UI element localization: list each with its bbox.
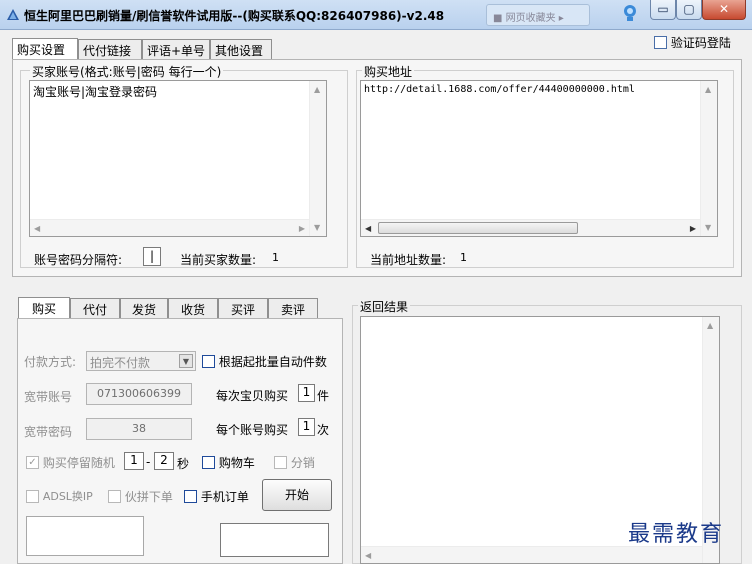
scroll-up-icon[interactable]: ▲ — [705, 85, 711, 94]
mobile-order-label: 手机订单 — [200, 490, 249, 504]
window-title: 恒生阿里巴巴刷销量/刷信誉软件试用版--(购买联系QQ:826407986)-v… — [24, 9, 445, 23]
auto-qty-checkbox[interactable]: 根据起批量自动件数 — [202, 353, 327, 370]
broadband-account-label: 宽带账号 — [24, 390, 73, 404]
results-horizontal-scrollbar[interactable]: ◀ — [361, 546, 702, 563]
maximize-button[interactable]: ▢ — [676, 0, 702, 20]
group-buy-box[interactable] — [108, 490, 121, 503]
scroll-up-icon[interactable]: ▲ — [707, 321, 713, 330]
buyer-account-text: 淘宝账号|淘宝登录密码 — [33, 85, 158, 99]
split-checkbox[interactable]: 分销 — [274, 454, 315, 471]
pause-min-input[interactable]: 1 — [124, 452, 144, 470]
buyer-count-value: 1 — [272, 251, 279, 264]
cart-label: 购物车 — [218, 456, 255, 470]
captcha-login-box[interactable] — [654, 36, 667, 49]
app-icon — [7, 9, 19, 20]
split-label: 分销 — [290, 456, 315, 470]
cart-box[interactable] — [202, 456, 215, 469]
status-box-right — [220, 523, 329, 557]
per-item-label: 每次宝贝购买 — [216, 389, 289, 403]
purchase-address-text: http://detail.1688.com/offer/44400000000… — [364, 84, 635, 95]
buyer-count-label: 当前买家数量: — [180, 253, 257, 267]
address-count-label: 当前地址数量: — [370, 253, 447, 267]
minimize-button[interactable]: ▭ — [650, 0, 676, 20]
scroll-left-icon[interactable]: ◀ — [365, 224, 371, 233]
close-button[interactable]: ✕ — [702, 0, 746, 20]
background-browser-tab: ■ 网页收藏夹 ▸ — [486, 4, 590, 26]
pause-unit: 秒 — [177, 457, 190, 471]
captcha-login-checkbox[interactable]: 验证码登陆 — [654, 34, 731, 51]
scroll-right-icon[interactable]: ▶ — [299, 224, 305, 233]
tab-receive[interactable]: 收货 — [168, 298, 218, 319]
broadband-password-input[interactable]: 38 — [86, 418, 192, 440]
mobile-order-box[interactable] — [184, 490, 197, 503]
group-buy-checkbox[interactable]: 伙拼下单 — [108, 488, 173, 505]
results-group-label: 返回结果 — [358, 298, 411, 315]
buyer-account-textarea[interactable]: 淘宝账号|淘宝登录密码 ▲ ▼ ◀ ▶ — [29, 80, 327, 237]
status-box-left — [26, 516, 144, 556]
tab-comments-tracking[interactable]: 评语+单号 — [142, 39, 210, 60]
random-pause-label: 购买停留随机 — [42, 456, 115, 470]
cart-checkbox[interactable]: 购物车 — [202, 454, 255, 471]
captcha-login-label: 验证码登陆 — [670, 36, 731, 50]
random-pause-checkbox[interactable]: ✓ 购买停留随机 — [26, 454, 115, 471]
buyer-account-group-label: 买家账号(格式:账号|密码 每行一个) — [30, 63, 224, 80]
buyer-vertical-scrollbar[interactable]: ▲ ▼ — [309, 81, 326, 236]
address-scroll-thumb[interactable] — [378, 222, 578, 234]
auto-qty-label: 根据起批量自动件数 — [218, 355, 327, 369]
tab-seller-review[interactable]: 卖评 — [268, 298, 318, 319]
scroll-down-icon[interactable]: ▼ — [705, 223, 711, 232]
start-button[interactable]: 开始 — [262, 479, 332, 511]
scroll-up-icon[interactable]: ▲ — [314, 85, 320, 94]
auto-qty-box[interactable] — [202, 355, 215, 368]
scroll-left-icon[interactable]: ◀ — [34, 224, 40, 233]
tab-proxy-pay[interactable]: 代付 — [70, 298, 120, 319]
tab-buy[interactable]: 购买 — [18, 297, 70, 319]
broadband-password-label: 宽带密码 — [24, 425, 73, 439]
title-bar[interactable]: 恒生阿里巴巴刷销量/刷信誉软件试用版--(购买联系QQ:826407986)-v… — [0, 0, 752, 30]
assistant-icon[interactable] — [622, 4, 638, 22]
scroll-down-icon[interactable]: ▼ — [314, 223, 320, 232]
per-account-label: 每个账号购买 — [216, 423, 289, 437]
checkmark-icon[interactable]: ✓ — [26, 456, 39, 469]
group-buy-label: 伙拼下单 — [124, 490, 173, 504]
tab-buyer-review[interactable]: 买评 — [218, 298, 268, 319]
address-count-value: 1 — [460, 251, 467, 264]
adsl-checkbox[interactable]: ADSL换IP — [26, 488, 93, 504]
per-item-input[interactable]: 1 — [298, 384, 315, 402]
payment-method-select[interactable]: 拍完不付款 ▼ — [86, 351, 196, 371]
adsl-label: ADSL换IP — [42, 490, 93, 503]
pause-max-input[interactable]: 2 — [154, 452, 174, 470]
tab-other-settings[interactable]: 其他设置 — [210, 39, 272, 60]
separator-label: 账号密码分隔符: — [34, 253, 123, 267]
split-box[interactable] — [274, 456, 287, 469]
address-horizontal-scrollbar[interactable]: ◀ ▶ — [361, 219, 700, 236]
broadband-account-input[interactable]: 071300606399 — [86, 383, 192, 405]
tab-ship[interactable]: 发货 — [120, 298, 168, 319]
per-item-unit: 件 — [317, 389, 330, 403]
per-account-input[interactable]: 1 — [298, 418, 315, 436]
pause-dash: - — [146, 455, 151, 469]
watermark: 最需教育 — [628, 522, 725, 547]
per-account-unit: 次 — [317, 423, 330, 437]
purchase-address-textarea[interactable]: http://detail.1688.com/offer/44400000000… — [360, 80, 718, 237]
purchase-address-group-label: 购买地址 — [362, 63, 415, 80]
tab-proxy-pay-link[interactable]: 代付链接 — [78, 39, 142, 60]
separator-input[interactable]: | — [143, 247, 161, 266]
payment-method-value: 拍完不付款 — [90, 356, 151, 370]
scroll-left-icon[interactable]: ◀ — [365, 551, 371, 560]
chevron-down-icon[interactable]: ▼ — [179, 354, 193, 368]
buyer-horizontal-scrollbar[interactable]: ◀ ▶ — [30, 219, 309, 236]
adsl-box[interactable] — [26, 489, 39, 503]
mobile-order-checkbox[interactable]: 手机订单 — [184, 488, 249, 505]
address-vertical-scrollbar[interactable]: ▲ ▼ — [700, 81, 717, 236]
payment-method-label: 付款方式: — [24, 355, 77, 369]
tab-purchase-settings[interactable]: 购买设置 — [12, 38, 78, 60]
scroll-right-icon[interactable]: ▶ — [690, 224, 696, 233]
